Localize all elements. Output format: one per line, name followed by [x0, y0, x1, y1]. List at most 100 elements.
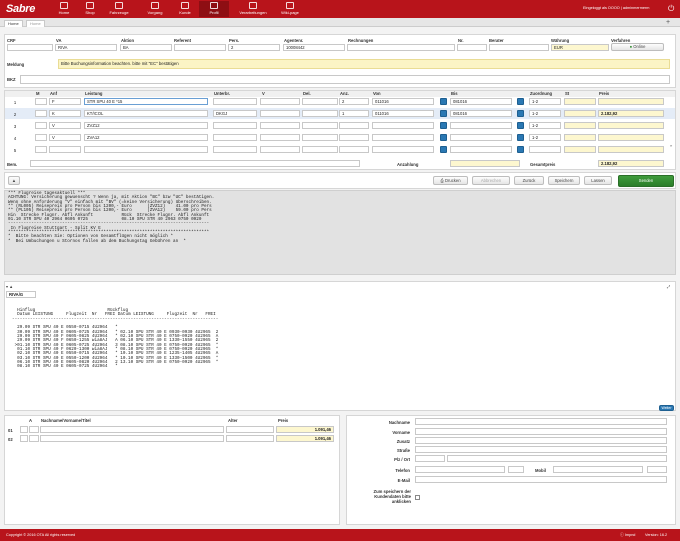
grid-von-input[interactable] [372, 134, 434, 141]
abbrechen-button[interactable]: Abbrechen [472, 176, 510, 185]
loeschen-button[interactable]: Lassen [584, 176, 612, 185]
senden-button[interactable]: Senden [618, 175, 674, 187]
grid-del-input[interactable] [302, 134, 338, 141]
grid-m-input[interactable] [35, 122, 47, 129]
customer-plz-input[interactable] [415, 455, 445, 462]
grid-anz-input[interactable] [339, 146, 369, 153]
grid-st-input[interactable] [564, 122, 596, 129]
riva-field[interactable]: RIVA/G [6, 291, 36, 298]
customer-field-input[interactable] [415, 428, 667, 435]
grid-bis-input[interactable]: 081016 [450, 110, 512, 117]
calendar-to-icon[interactable] [517, 98, 524, 105]
grid-bis-input[interactable] [450, 122, 512, 129]
calendar-from-icon[interactable] [440, 98, 447, 105]
customer-ort-input[interactable] [447, 455, 667, 462]
anzahlung-input[interactable] [450, 160, 520, 167]
calendar-to-icon[interactable] [517, 146, 524, 153]
calendar-from-icon[interactable] [440, 146, 447, 153]
collapse-icon[interactable]: ▾ ▲ [6, 284, 13, 289]
impressum-link[interactable]: ⓘ Impnd [620, 533, 635, 538]
pax-1-alter[interactable] [226, 426, 274, 433]
customer-mobil-ext[interactable] [647, 466, 667, 473]
speichern-button[interactable]: Speichern [548, 176, 580, 185]
resize-icon[interactable]: ⤢ [667, 284, 670, 289]
calendar-to-icon[interactable] [517, 134, 524, 141]
flight-list-text[interactable]: Hinflug Rückflug Datum LEISTUNG Flugzeit… [12, 308, 218, 370]
grid-st-input[interactable] [564, 134, 596, 141]
pax-2-name[interactable] [40, 435, 224, 442]
grid-bis-input[interactable]: 081016 [450, 98, 512, 105]
grid-unterbr-input[interactable]: DKGJ [213, 110, 257, 117]
grid-anf-input[interactable]: K [49, 110, 81, 117]
grid-st-input[interactable] [564, 110, 596, 117]
grid-anf-input[interactable] [49, 146, 81, 153]
grid-anf-input[interactable]: V [49, 134, 81, 141]
customer-email-input[interactable] [415, 476, 667, 483]
grid-zuordnung-input[interactable]: 1-2 [529, 134, 561, 141]
grid-zuordnung-input[interactable]: 1-2 [529, 122, 561, 129]
grid-zuordnung-input[interactable] [529, 146, 561, 153]
power-icon[interactable]: ⏻ [668, 4, 674, 14]
grid-anz-input[interactable]: 1 [339, 110, 369, 117]
nav-kunde[interactable]: Kunde [170, 1, 200, 17]
grid-v-input[interactable] [260, 98, 300, 105]
customer-field-input[interactable] [415, 437, 667, 444]
calendar-from-icon[interactable] [440, 134, 447, 141]
grid-von-input[interactable] [372, 122, 434, 129]
grid-von-input[interactable] [372, 146, 434, 153]
grid-anf-input[interactable]: F [49, 98, 81, 105]
pax-1-salutation[interactable] [20, 426, 28, 433]
nav-profil[interactable]: Profil [199, 1, 229, 17]
va-input[interactable]: RIVA [55, 44, 117, 51]
grid-unterbr-input[interactable] [213, 98, 257, 105]
grid-zuordnung-input[interactable]: 1-2 [529, 110, 561, 117]
berater-input[interactable] [489, 44, 549, 51]
grid-st-input[interactable] [564, 98, 596, 105]
aktion-input[interactable]: BA [120, 44, 172, 51]
nav-shop[interactable]: Shop [75, 1, 105, 17]
drucken-button[interactable]: ⎙ Drucken [433, 176, 468, 185]
save-customer-checkbox[interactable] [415, 495, 420, 500]
grid-v-input[interactable] [260, 146, 300, 153]
grid-del-input[interactable] [302, 146, 338, 153]
bem-input[interactable] [30, 160, 360, 167]
pax-2-alter[interactable] [226, 435, 274, 442]
grid-anz-input[interactable] [339, 134, 369, 141]
tab-home[interactable]: Home [4, 20, 23, 27]
grid-v-input[interactable] [260, 110, 300, 117]
grid-m-input[interactable] [35, 146, 47, 153]
pax-2-a[interactable] [29, 435, 39, 442]
grid-m-input[interactable] [35, 98, 47, 105]
grid-m-input[interactable] [35, 110, 47, 117]
pers-input[interactable]: 2 [228, 44, 280, 51]
nav-verarbeitungen[interactable]: Verarbeitungen [234, 1, 272, 17]
grid-v-input[interactable] [260, 122, 300, 129]
grid-m-input[interactable] [35, 134, 47, 141]
customer-field-input[interactable] [415, 418, 667, 425]
grid-anz-input[interactable] [339, 122, 369, 129]
up-arrow-button[interactable]: ▲ [8, 176, 20, 185]
grid-von-input[interactable]: 011016 [372, 98, 434, 105]
grid-von-input[interactable]: 011016 [372, 110, 434, 117]
customer-telefon-ext[interactable] [508, 466, 524, 473]
grid-del-input[interactable] [302, 98, 338, 105]
grid-leistung-input[interactable] [84, 146, 208, 153]
grid-leistung-input[interactable]: ZVA12 [84, 134, 208, 141]
grid-unterbr-input[interactable] [213, 134, 257, 141]
pax-1-a[interactable] [29, 426, 39, 433]
online-button[interactable]: ● Online [611, 43, 664, 51]
grid-bis-input[interactable] [450, 146, 512, 153]
grid-anz-input[interactable]: 2 [339, 98, 369, 105]
grid-leistung-input[interactable]: STR SPU 40 E *15 [84, 98, 208, 105]
grid-anf-input[interactable]: V [49, 122, 81, 129]
rechnungen-input[interactable] [347, 44, 455, 51]
grid-leistung-input[interactable]: ZVZ12 [84, 122, 208, 129]
pax-2-salutation[interactable] [20, 435, 28, 442]
expand-icon[interactable]: » [670, 143, 672, 148]
grid-bis-input[interactable] [450, 134, 512, 141]
agent-input[interactable]: 10008442 [283, 44, 345, 51]
nav-fahrzeuge[interactable]: Fahrzeuge [104, 1, 134, 17]
grid-leistung-input[interactable]: KT/ICOL [84, 110, 208, 117]
calendar-to-icon[interactable] [517, 122, 524, 129]
nr-input[interactable] [457, 44, 487, 51]
